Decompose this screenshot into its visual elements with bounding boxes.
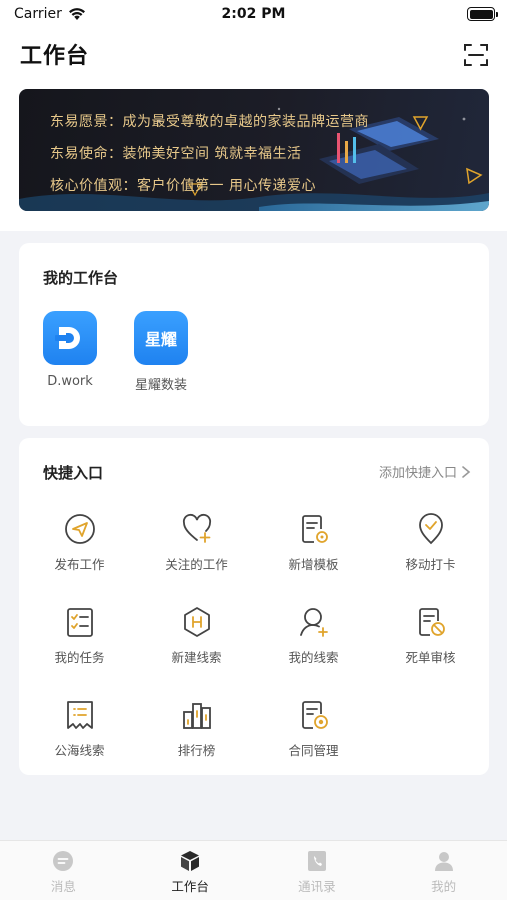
shortcut-label: 新建线索 — [171, 650, 222, 665]
shortcut-label: 我的任务 — [54, 650, 105, 665]
shortcut-public-leads[interactable]: 公海线索 — [21, 698, 138, 759]
vision-banner[interactable]: 东易愿景：成为最受尊敬的卓越的家装品牌运营商 东易使命：装饰美好空间 筑就幸福生… — [19, 89, 489, 211]
person-plus-icon — [299, 608, 328, 637]
contract-icon — [301, 701, 328, 729]
shortcut-label: 公海线索 — [54, 743, 105, 758]
battery-level — [469, 9, 493, 19]
tab-label: 工作台 — [171, 879, 209, 894]
task-list-icon — [66, 608, 93, 637]
dwork-logo-icon — [43, 311, 97, 365]
shortcut-label: 新增模板 — [288, 557, 339, 572]
shortcut-label: 发布工作 — [54, 557, 105, 572]
shortcut-label: 死单审核 — [405, 650, 456, 665]
bar-ranking-icon — [182, 703, 211, 729]
add-shortcut-label: 添加快捷入口 — [378, 466, 457, 481]
message-icon — [53, 851, 74, 871]
app-dwork[interactable]: D.work — [30, 311, 110, 389]
status-bar: Carrier 2:02 PM — [0, 0, 507, 28]
shortcut-mobile-checkin[interactable]: 移动打卡 — [372, 512, 489, 573]
shortcut-label: 移动打卡 — [405, 557, 456, 572]
document-gear-icon — [301, 515, 328, 543]
shortcuts-title: 快捷入口 — [43, 464, 104, 482]
tab-contacts[interactable]: 通讯录 — [254, 841, 381, 900]
phone-book-icon — [307, 851, 326, 871]
page-title: 工作台 — [20, 44, 90, 69]
profile-icon — [434, 852, 453, 871]
carrier-label: Carrier — [14, 6, 62, 22]
shortcut-label: 合同管理 — [288, 743, 339, 758]
tab-bar: 消息 工作台 通讯录 我的 — [0, 840, 507, 900]
shortcut-followed-work[interactable]: 关注的工作 — [138, 512, 255, 573]
tab-label: 消息 — [50, 879, 76, 894]
battery-icon — [467, 7, 498, 21]
header-area: 工作台 东易愿景：成为最受尊敬的卓越的家装品牌运营商 东易使命：装饰美好空间 筑… — [0, 28, 507, 231]
shortcuts-card: 快捷入口 添加快捷入口 发布工作 关注的工作 新增模板 移动打卡 我的任务 新建… — [19, 438, 489, 775]
tab-workbench[interactable]: 工作台 — [127, 841, 254, 900]
cube-icon — [181, 851, 200, 871]
banner-mission-text: 东易使命：装饰美好空间 筑就幸福生活 — [50, 146, 302, 162]
app-label: 星耀数装 — [134, 378, 187, 393]
sea-list-icon — [66, 701, 93, 729]
heart-plus-icon — [182, 513, 211, 543]
my-workbench-title: 我的工作台 — [43, 269, 119, 287]
add-shortcut-link[interactable]: 添加快捷入口 — [379, 462, 471, 481]
tab-label: 我的 — [431, 879, 457, 894]
tab-label: 通讯录 — [298, 879, 336, 894]
shortcut-label: 排行榜 — [177, 743, 216, 758]
banner-values-text: 核心价值观：客户价值第一 用心传递爱心 — [50, 178, 316, 194]
shortcut-ranking[interactable]: 排行榜 — [138, 698, 255, 759]
shortcut-label: 我的线索 — [288, 650, 339, 665]
chevron-right-icon — [462, 465, 471, 478]
app-xingyao[interactable]: 星耀 星耀数装 — [121, 311, 201, 393]
location-check-icon — [418, 513, 443, 545]
paper-plane-icon — [64, 514, 95, 544]
scan-icon[interactable] — [463, 42, 489, 68]
app-label: D.work — [47, 374, 93, 389]
shortcut-new-lead[interactable]: 新建线索 — [138, 605, 255, 666]
document-block-icon — [418, 608, 445, 636]
shortcut-contract-management[interactable]: 合同管理 — [255, 698, 372, 759]
status-left: Carrier — [14, 6, 86, 22]
shortcut-my-leads[interactable]: 我的线索 — [255, 605, 372, 666]
tab-messages[interactable]: 消息 — [0, 841, 127, 900]
xingyao-logo-icon: 星耀 — [134, 311, 188, 365]
banner-vision-text: 东易愿景：成为最受尊敬的卓越的家装品牌运营商 — [50, 114, 369, 130]
my-workbench-card: 我的工作台 D.work 星耀 星耀数装 — [19, 243, 489, 426]
wifi-icon — [68, 8, 85, 20]
shortcut-new-template[interactable]: 新增模板 — [255, 512, 372, 573]
shortcut-my-tasks[interactable]: 我的任务 — [21, 605, 138, 666]
hexagon-lead-icon — [183, 607, 210, 637]
shortcut-dead-order-review[interactable]: 死单审核 — [372, 605, 489, 666]
tab-profile[interactable]: 我的 — [380, 841, 507, 900]
shortcut-label: 关注的工作 — [165, 557, 228, 572]
shortcut-publish-work[interactable]: 发布工作 — [21, 512, 138, 573]
